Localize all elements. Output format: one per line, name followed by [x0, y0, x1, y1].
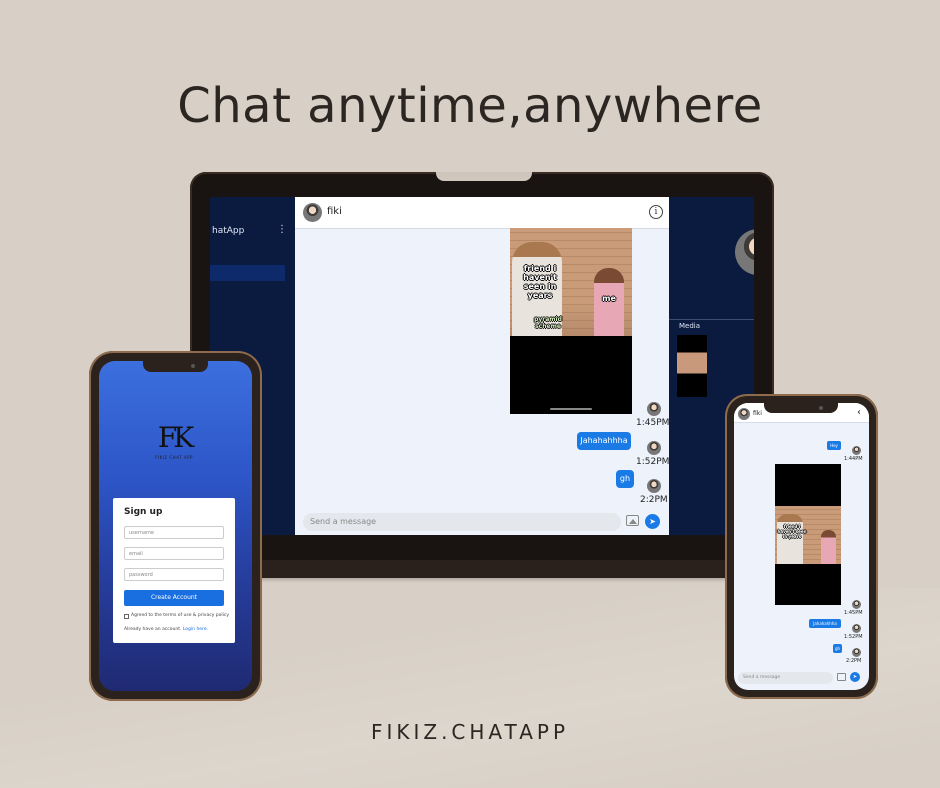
avatar [852, 446, 861, 455]
create-account-button[interactable]: Create Account [124, 590, 224, 606]
avatar [647, 402, 661, 416]
chat-window: fiki i friend i haven't seen in years me… [295, 197, 669, 535]
headline: Chat anytime,anywhere [177, 78, 763, 134]
message-time: 2:2PM [640, 495, 668, 505]
more-vert-icon[interactable]: ⋮ [277, 224, 287, 235]
app-logo: FK [157, 421, 194, 454]
already-account-text: Already have an account. Login here. [124, 627, 208, 632]
laptop-notch [436, 172, 532, 181]
send-button[interactable]: ➤ [645, 514, 660, 529]
message-bubble: Jahahahhha [577, 432, 631, 450]
app-logo-subtitle: FIKIZ CHAT APP [155, 455, 193, 460]
phone-screen: FK FIKIZ CHAT APP Sign up username email… [99, 361, 252, 691]
meme-man [777, 514, 803, 564]
message-time: 1:45PM [844, 610, 863, 616]
message-time: 1:52PM [844, 634, 863, 640]
phone-screen: fiki ‹ Hey 1:44PM friend i haven't seen … [734, 403, 869, 690]
message-bubble: Hey [827, 441, 841, 450]
username-field[interactable]: username [124, 526, 224, 539]
message-input[interactable]: Send a message [738, 672, 833, 684]
avatar [852, 600, 861, 609]
media-thumbnail[interactable] [677, 335, 707, 397]
media-label: Media [679, 322, 701, 330]
chat-header: fiki i [295, 197, 669, 229]
meme-woman [821, 530, 836, 564]
image-icon[interactable] [837, 673, 846, 681]
agree-label: Agreed to the terms of use & privacy pol… [131, 613, 230, 618]
signup-card: Sign up username email password Create A… [113, 498, 235, 643]
avatar [852, 624, 861, 633]
contact-name: fiki [753, 410, 762, 417]
message-input[interactable]: Send a message [303, 513, 621, 531]
message-time: 1:44PM [844, 456, 863, 462]
footer-brand: FIKIZ.CHATAPP [370, 720, 570, 744]
already-label: Already have an account. [124, 627, 182, 632]
signup-title: Sign up [124, 507, 163, 517]
sidebar-selected-chat[interactable] [210, 265, 285, 281]
avatar[interactable] [738, 408, 750, 420]
meme-caption-me: me [602, 294, 616, 303]
image-message[interactable]: friend i haven't seen in years me pyrami… [510, 228, 632, 414]
info-icon[interactable]: i [649, 205, 663, 219]
laptop-mockup: hatApp ⋮ fiki i friend i haven't seen in… [186, 172, 778, 580]
message-time: 1:52PM [636, 457, 670, 467]
home-indicator [550, 408, 592, 410]
avatar [647, 441, 661, 455]
chevron-left-icon[interactable]: ‹ [857, 407, 861, 418]
message-time: 1:45PM [636, 418, 670, 428]
divider [669, 319, 754, 320]
avatar[interactable] [303, 203, 322, 222]
phone-signup-mockup: FK FIKIZ CHAT APP Sign up username email… [89, 351, 262, 701]
image-icon[interactable] [626, 515, 639, 526]
laptop-base [186, 560, 778, 578]
password-field[interactable]: password [124, 568, 224, 581]
email-field[interactable]: email [124, 547, 224, 560]
profile-avatar [735, 229, 754, 275]
agree-checkbox[interactable] [124, 614, 129, 619]
avatar [852, 648, 861, 657]
meme-caption-bottom: pyramid scheme [534, 316, 562, 330]
laptop-screen: hatApp ⋮ fiki i friend i haven't seen in… [210, 197, 754, 535]
laptop-lid: hatApp ⋮ fiki i friend i haven't seen in… [190, 172, 774, 564]
image-message[interactable]: friend i haven't seen in years [775, 464, 841, 605]
send-button[interactable]: ➤ [850, 672, 860, 682]
app-title: hatApp [212, 226, 245, 236]
phone-chat-mockup: fiki ‹ Hey 1:44PM friend i haven't seen … [725, 394, 878, 699]
meme-caption: friend i haven't seen in years [777, 524, 807, 539]
message-bubble: Jahahahhha [809, 619, 841, 628]
phone-notch [143, 361, 208, 372]
phone-notch [764, 403, 838, 413]
message-time: 2:2PM [846, 658, 862, 664]
login-link[interactable]: Login here. [183, 627, 208, 632]
meme-caption-top: friend i haven't seen in years [523, 264, 557, 300]
message-bubble: gh [616, 470, 634, 488]
avatar [647, 479, 661, 493]
contact-name: fiki [327, 206, 342, 217]
message-bubble: gh [833, 644, 842, 653]
